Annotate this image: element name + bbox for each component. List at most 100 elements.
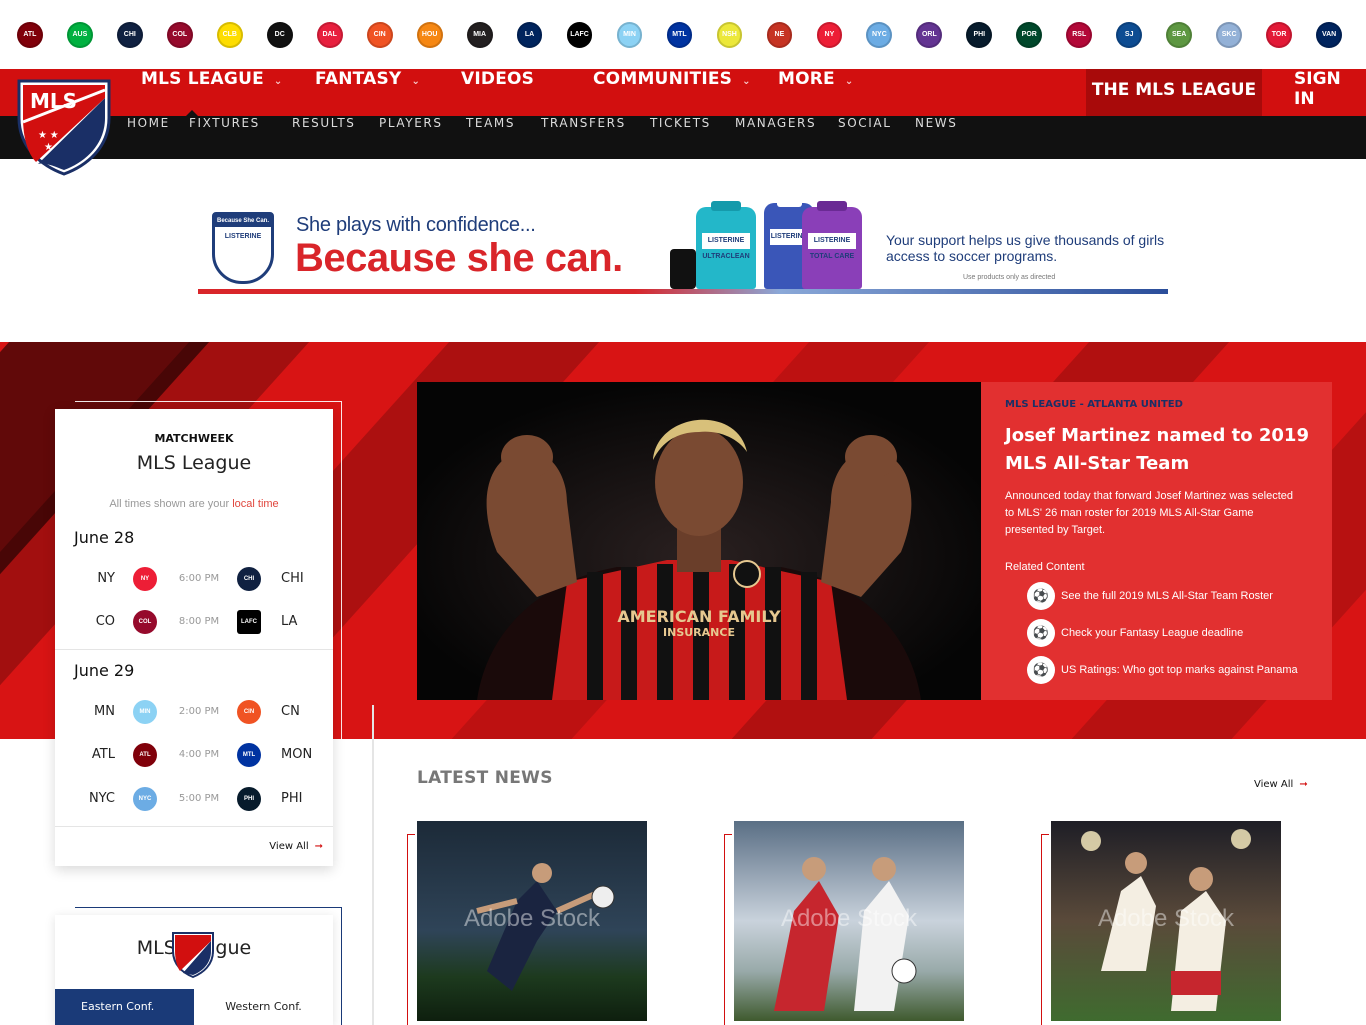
away-team: CN (281, 704, 300, 719)
the-mls-league-button[interactable]: THE MLS LEAGUE (1086, 69, 1262, 116)
away-team: PHI (281, 791, 303, 806)
nav-fantasy[interactable]: Fantasy ⌄ (315, 69, 420, 116)
subnav-teams[interactable]: Teams (466, 116, 515, 159)
listerine-banner-ad[interactable]: Because She Can. LISTERINE She plays wit… (198, 197, 1168, 294)
news-image-3[interactable]: Adobe Stock (1051, 821, 1281, 1021)
subnav-results[interactable]: Results (292, 116, 356, 159)
philadelphia-union-icon[interactable]: PHI (966, 21, 993, 48)
fc-cincinnati-icon: CIN (237, 700, 261, 724)
matchweek-eyebrow: MATCHWEEK (154, 432, 234, 445)
houston-dynamo-icon[interactable]: HOU (416, 21, 443, 48)
atlanta-united-icon: ATL (133, 743, 157, 767)
subnav-fixtures[interactable]: Fixtures (189, 116, 260, 159)
watermark: Adobe Stock (1097, 905, 1235, 932)
soccer-ball-icon: ⚽ (1027, 582, 1055, 610)
dc-united-icon[interactable]: DC (266, 21, 293, 48)
nycfc-icon[interactable]: NYC (866, 21, 893, 48)
subnav-tickets[interactable]: Tickets (650, 116, 711, 159)
sporting-kc-icon[interactable]: SKC (1216, 21, 1243, 48)
kickoff-time: 2:00 PM (178, 706, 220, 717)
match-row[interactable]: NY NY 6:00 PM CHI CHI (55, 566, 333, 592)
arrow-right-icon: ➞ (1299, 779, 1308, 790)
toronto-fc-icon[interactable]: TOR (1266, 21, 1292, 48)
fc-dallas-icon[interactable]: DAL (316, 21, 343, 48)
nav-videos[interactable]: Videos (461, 69, 534, 116)
tab-eastern-conference[interactable]: Eastern Conf. (55, 989, 194, 1025)
match-row[interactable]: NYC NYC 5:00 PM PHI PHI (55, 786, 333, 812)
story-category[interactable]: MLS LEAGUE - ATLANTA UNITED (1005, 399, 1183, 410)
chicago-fire-icon[interactable]: CHI (116, 21, 143, 48)
local-time-link[interactable]: local time (232, 498, 278, 510)
story-summary: Announced today that forward Josef Marti… (1005, 490, 1293, 536)
related-link[interactable]: ⚽ US Ratings: Who got top marks against P… (1027, 656, 1298, 684)
portland-timbers-icon[interactable]: POR (1016, 21, 1043, 48)
chevron-down-icon: ⌄ (844, 76, 854, 87)
nav-more-label: More (778, 69, 835, 89)
banner-disclaimer: Use products only as directed (963, 274, 1056, 281)
vancouver-whitecaps-icon[interactable]: VAN (1316, 21, 1342, 48)
montreal-impact-icon: MTL (237, 743, 261, 767)
real-salt-lake-icon[interactable]: RSL (1066, 21, 1093, 48)
orlando-city-icon[interactable]: ORL (916, 21, 943, 48)
banner-pouch (670, 249, 696, 289)
match-row[interactable]: ATL ATL 4:00 PM MTL MON (55, 742, 333, 768)
subnav-social[interactable]: Social (838, 116, 891, 159)
banner-right-text: Your support helps us give thousands of … (886, 232, 1165, 264)
jersey-sponsor-text: AMERICAN FAMILY (617, 607, 781, 626)
banner-line1: She plays with confidence... (296, 214, 536, 236)
new-england-revolution-icon[interactable]: NE (766, 21, 793, 48)
feature-player-photo[interactable]: AMERICAN FAMILY INSURANCE (417, 382, 981, 700)
subnav-players[interactable]: Players (379, 116, 443, 159)
lafc-icon[interactable]: LAFC (566, 21, 593, 48)
seattle-sounders-icon[interactable]: SEA (1166, 21, 1193, 48)
atlanta-united-icon[interactable]: ATL (17, 21, 43, 48)
related-link[interactable]: ⚽ Check your Fantasy League deadline (1027, 619, 1243, 647)
subnav-home[interactable]: Home (127, 116, 170, 159)
tab-western-conference[interactable]: Western Conf. (194, 989, 333, 1025)
la-galaxy-icon[interactable]: LA (516, 21, 543, 48)
columbus-crew-icon[interactable]: CLB (216, 21, 243, 48)
crest-text: MLS (30, 89, 77, 113)
nav-communities-label: Communities (593, 69, 733, 89)
news-view-all-link[interactable]: View All ➞ (1254, 779, 1308, 790)
match-row[interactable]: CO COL 8:00 PM LAFC LA (55, 609, 333, 635)
nav-mls-league[interactable]: MLS League ⌄ (141, 69, 282, 116)
chevron-down-icon: ⌄ (411, 76, 421, 87)
mls-crest-small-icon (172, 932, 214, 979)
mls-crest-logo[interactable]: MLS ★ ★ ★ (16, 78, 112, 176)
news-image-1[interactable]: Adobe Stock (417, 821, 647, 1021)
nav-communities[interactable]: Communities ⌄ (593, 69, 751, 116)
nycfc-icon: NYC (133, 787, 157, 811)
fc-cincinnati-icon[interactable]: CIN (366, 21, 393, 48)
match-row[interactable]: MN MIN 2:00 PM CIN CN (55, 699, 333, 725)
banner-shield-brand: LISTERINE (224, 233, 262, 240)
svg-text:★: ★ (44, 142, 53, 153)
sub-nav: Home Fixtures Results Players Teams Tran… (0, 110, 1366, 159)
related-link[interactable]: ⚽ See the full 2019 MLS All-Star Team Ros… (1027, 582, 1273, 610)
soccer-ball-icon: ⚽ (1027, 656, 1055, 684)
inter-miami-icon[interactable]: MIA (466, 21, 493, 48)
player-photo-illustration: AMERICAN FAMILY INSURANCE (417, 382, 981, 700)
matches-view-all-link[interactable]: View All ➞ (269, 841, 323, 852)
story-headline[interactable]: Josef Martinez named to 2019 MLS All-Sta… (1005, 422, 1315, 478)
nav-fantasy-label: Fantasy (315, 69, 402, 89)
subnav-managers[interactable]: Managers (735, 116, 816, 159)
colorado-rapids-icon[interactable]: COL (166, 21, 193, 48)
sign-in-button[interactable]: SIGN IN (1294, 69, 1366, 116)
kickoff-time: 5:00 PM (178, 793, 220, 804)
nav-more[interactable]: More ⌄ (778, 69, 853, 116)
nav-videos-label: Videos (461, 69, 535, 89)
austin-fc-icon[interactable]: AUS (66, 21, 93, 48)
arrow-right-icon: ➞ (314, 841, 323, 852)
ny-red-bulls-icon[interactable]: NY (816, 21, 843, 48)
san-jose-earthquakes-icon[interactable]: SJ (1116, 21, 1143, 48)
subnav-transfers[interactable]: Transfers (541, 116, 626, 159)
minnesota-united-icon[interactable]: MIN (616, 21, 643, 48)
nashville-sc-icon[interactable]: NSH (716, 21, 743, 48)
montreal-impact-icon[interactable]: MTL (666, 21, 693, 48)
away-team: LA (281, 614, 298, 629)
banner-bottle-3-label: LISTERINE TOTAL CARE (808, 233, 856, 260)
matchweek-title: MLS League (136, 452, 252, 474)
subnav-news[interactable]: News (915, 116, 957, 159)
news-image-2[interactable]: Adobe Stock (734, 821, 964, 1021)
